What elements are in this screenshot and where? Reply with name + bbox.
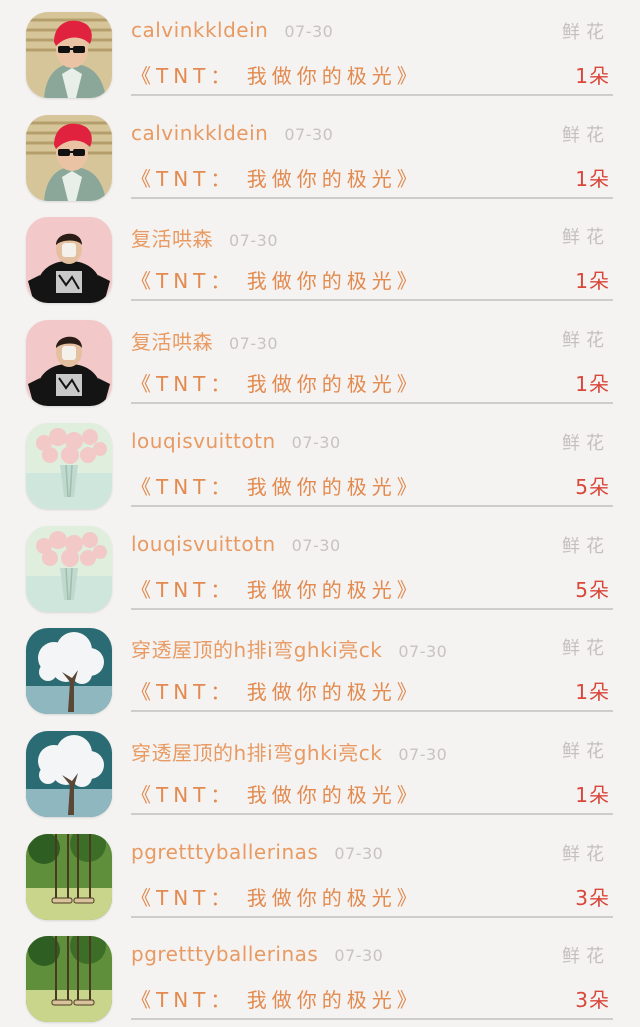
red-hair-sunglasses-man-avatar[interactable] <box>26 12 112 98</box>
gift-type-label: 鲜花 <box>562 433 610 454</box>
gift-count: 1朵 <box>575 167 610 191</box>
gift-type-label: 鲜花 <box>562 844 610 865</box>
gift-count: 3朵 <box>575 886 610 910</box>
sender-username-text[interactable]: pgretttyballerinas <box>131 840 318 864</box>
gift-book-title[interactable]: 《TNT： 我做你的极光》 <box>131 984 422 1013</box>
gift-book-title[interactable]: 《TNT： 我做你的极光》 <box>131 163 422 192</box>
sender-username[interactable]: 穿透屋顶的h排i弯ghki亮ck 07-30 <box>131 737 447 766</box>
row-divider <box>131 608 613 610</box>
gift-count: 1朵 <box>575 680 610 704</box>
send-date: 07-30 <box>284 22 334 41</box>
sender-username[interactable]: louqisvuittotn 07-30 <box>131 532 341 556</box>
row-divider <box>131 813 613 815</box>
gift-type-label: 鲜花 <box>562 330 610 351</box>
row-divider <box>131 94 613 96</box>
sender-username[interactable]: 复活哄森 07-30 <box>131 223 278 252</box>
send-date: 07-30 <box>291 433 341 452</box>
send-date: 07-30 <box>398 745 448 764</box>
gift-book-title[interactable]: 《TNT： 我做你的极光》 <box>131 676 422 705</box>
sender-username-text[interactable]: pgretttyballerinas <box>131 942 318 966</box>
gift-record-row[interactable]: louqisvuittotn 07-30 鲜花《TNT： 我做你的极光》 5朵 <box>0 514 640 616</box>
gift-type-label: 鲜花 <box>562 125 610 146</box>
sender-username[interactable]: pgretttyballerinas 07-30 <box>131 840 383 864</box>
sender-username-text[interactable]: calvinkkldein <box>131 18 268 42</box>
gift-record-row[interactable]: 复活哄森 07-30 鲜花《TNT： 我做你的极光》 1朵 <box>0 205 640 307</box>
gift-count: 5朵 <box>575 475 610 499</box>
gift-book-title[interactable]: 《TNT： 我做你的极光》 <box>131 471 422 500</box>
gift-count: 1朵 <box>575 64 610 88</box>
sender-username[interactable]: calvinkkldein 07-30 <box>131 121 333 145</box>
black-hoodie-person-avatar[interactable] <box>26 217 112 303</box>
gift-record-row[interactable]: calvinkkldein 07-30 鲜花《TNT： 我做你的极光》 1朵 <box>0 103 640 205</box>
gift-record-row[interactable]: louqisvuittotn 07-30 鲜花《TNT： 我做你的极光》 5朵 <box>0 411 640 513</box>
gift-count: 1朵 <box>575 372 610 396</box>
swing-park-avatar[interactable] <box>26 834 112 920</box>
gift-record-row[interactable]: 穿透屋顶的h排i弯ghki亮ck 07-30 鲜花《TNT： 我做你的极光》 1朵 <box>0 616 640 718</box>
red-hair-sunglasses-man-avatar[interactable] <box>26 115 112 201</box>
row-divider <box>131 299 613 301</box>
row-divider <box>131 402 613 404</box>
send-date: 07-30 <box>398 642 448 661</box>
row-divider <box>131 1018 613 1020</box>
gift-book-title[interactable]: 《TNT： 我做你的极光》 <box>131 60 422 89</box>
gift-book-title[interactable]: 《TNT： 我做你的极光》 <box>131 574 422 603</box>
black-hoodie-person-avatar[interactable] <box>26 320 112 406</box>
sender-username[interactable]: 穿透屋顶的h排i弯ghki亮ck 07-30 <box>131 634 447 663</box>
sender-username-text[interactable]: 穿透屋顶的h排i弯ghki亮ck <box>131 741 382 765</box>
gift-count: 5朵 <box>575 578 610 602</box>
gift-book-title[interactable]: 《TNT： 我做你的极光》 <box>131 882 422 911</box>
sender-username-text[interactable]: 穿透屋顶的h排i弯ghki亮ck <box>131 638 382 662</box>
gift-count: 1朵 <box>575 269 610 293</box>
gift-record-list: calvinkkldein 07-30 鲜花 《TNT： 我做你的极光》 1朵 calv… <box>0 0 640 1027</box>
sender-username[interactable]: calvinkkldein 07-30 <box>131 18 333 42</box>
sender-username-text[interactable]: louqisvuittotn <box>131 532 276 556</box>
gift-type-label: 鲜花 <box>562 741 610 762</box>
gift-count: 1朵 <box>575 783 610 807</box>
sender-username-text[interactable]: 复活哄森 <box>131 227 213 251</box>
sender-username-text[interactable]: calvinkkldein <box>131 121 268 145</box>
gift-record-row[interactable]: pgretttyballerinas 07-30 鲜花《TNT： 我做你的极光》 3朵 <box>0 822 640 924</box>
row-divider <box>131 505 613 507</box>
gift-record-row[interactable]: 复活哄森 07-30 鲜花《TNT： 我做你的极光》 1朵 <box>0 308 640 410</box>
flower-vase-avatar[interactable] <box>26 526 112 612</box>
gift-record-row[interactable]: 穿透屋顶的h排i弯ghki亮ck 07-30 鲜花《TNT： 我做你的极光》 1朵 <box>0 719 640 821</box>
white-tree-avatar[interactable] <box>26 628 112 714</box>
flower-vase-avatar[interactable] <box>26 423 112 509</box>
swing-park-avatar[interactable] <box>26 936 112 1022</box>
send-date: 07-30 <box>229 231 278 250</box>
gift-type-label: 鲜花 <box>562 536 610 557</box>
send-date: 07-30 <box>229 334 278 353</box>
send-date: 07-30 <box>334 946 384 965</box>
gift-type-label: 鲜花 <box>562 638 610 659</box>
gift-book-title[interactable]: 《TNT： 我做你的极光》 <box>131 368 422 397</box>
row-divider <box>131 197 613 199</box>
row-divider <box>131 710 613 712</box>
sender-username-text[interactable]: louqisvuittotn <box>131 429 276 453</box>
row-divider <box>131 916 613 918</box>
gift-record-row[interactable]: pgretttyballerinas 07-30 鲜花《TNT： 我做你的极光》 3朵 <box>0 924 640 1026</box>
gift-record-row[interactable]: calvinkkldein 07-30 鲜花《TNT： 我做你的极光》 1朵 <box>0 0 640 102</box>
gift-book-title[interactable]: 《TNT： 我做你的极光》 <box>131 265 422 294</box>
gift-type-label: 鲜花 <box>562 22 610 43</box>
send-date: 07-30 <box>284 125 334 144</box>
sender-username[interactable]: 复活哄森 07-30 <box>131 326 278 355</box>
sender-username[interactable]: pgretttyballerinas 07-30 <box>131 942 383 966</box>
sender-username-text[interactable]: 复活哄森 <box>131 330 213 354</box>
send-date: 07-30 <box>334 844 384 863</box>
send-date: 07-30 <box>291 536 341 555</box>
sender-username[interactable]: louqisvuittotn 07-30 <box>131 429 341 453</box>
gift-count: 3朵 <box>575 988 610 1012</box>
gift-type-label: 鲜花 <box>562 946 610 967</box>
gift-book-title[interactable]: 《TNT： 我做你的极光》 <box>131 779 422 808</box>
gift-type-label: 鲜花 <box>562 227 610 248</box>
white-tree-avatar[interactable] <box>26 731 112 817</box>
